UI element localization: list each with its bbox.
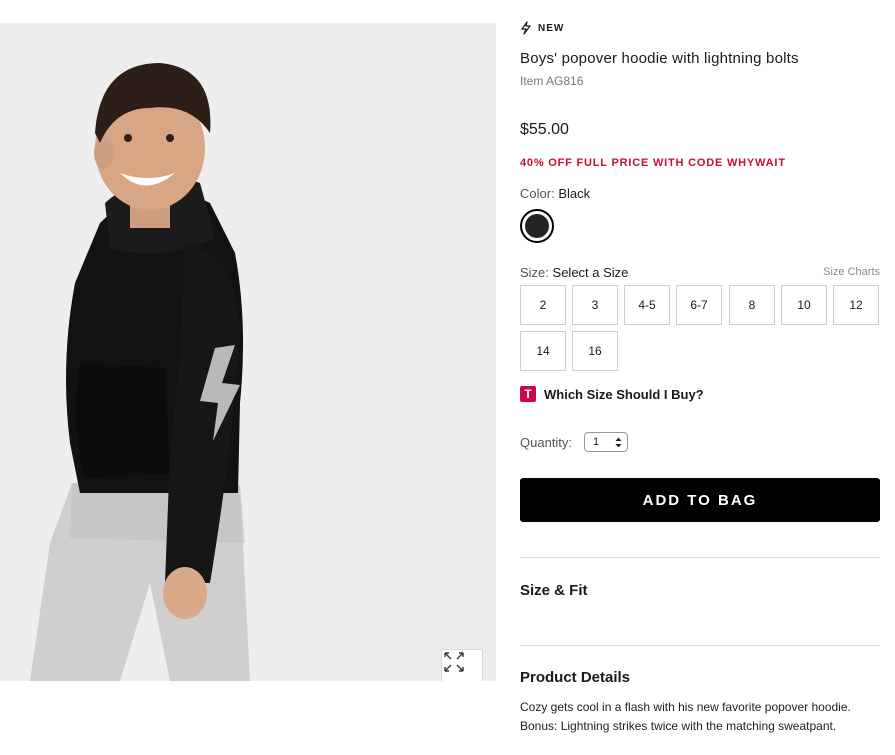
size-option-4-5[interactable]: 4-5 <box>624 285 670 325</box>
product-photo-illustration <box>30 63 250 681</box>
selected-size: Select a Size <box>552 265 629 280</box>
color-selection-label: Color: Black <box>520 186 590 201</box>
selected-color: Black <box>558 186 591 201</box>
quantity-select[interactable]: 1 <box>584 432 629 452</box>
which-size-label: Which Size Should I Buy? <box>544 386 704 402</box>
color-label: Color: <box>520 186 555 201</box>
expand-image-button[interactable] <box>441 649 483 681</box>
product-title: Boys' popover hoodie with lightning bolt… <box>520 50 799 67</box>
item-number: Item AG816 <box>520 74 584 88</box>
badge-label: NEW <box>538 22 565 34</box>
lightning-bolt-icon <box>521 21 531 35</box>
select-arrows-icon <box>615 437 622 447</box>
product-details-section-toggle[interactable]: Product Details <box>520 669 630 686</box>
quantity-label: Quantity: <box>520 434 573 450</box>
product-description: Cozy gets cool in a flash with his new f… <box>520 700 851 733</box>
size-option-10[interactable]: 10 <box>781 285 827 325</box>
new-badge: NEW <box>520 21 564 35</box>
quantity-value: 1 <box>593 436 600 448</box>
promo-message: 40% OFF FULL PRICE WITH CODE WHYWAIT <box>520 157 786 169</box>
swatch-fill <box>525 214 549 238</box>
size-option-14[interactable]: 14 <box>520 331 566 371</box>
color-swatch-black[interactable] <box>520 209 554 243</box>
add-to-bag-button[interactable]: ADD TO BAG <box>520 478 880 522</box>
size-fit-section-toggle[interactable]: Size & Fit <box>520 582 588 599</box>
divider <box>520 557 880 558</box>
size-option-8[interactable]: 8 <box>729 285 775 325</box>
quantity-row: Quantity: 1 <box>520 432 629 452</box>
size-option-3[interactable]: 3 <box>572 285 618 325</box>
expand-icon <box>444 652 464 672</box>
size-label: Size: <box>520 265 549 280</box>
size-selection-label: Size: Select a Size Size Charts <box>520 265 880 280</box>
size-option-6-7[interactable]: 6-7 <box>676 285 722 325</box>
product-price: $55.00 <box>520 121 569 138</box>
true-fit-icon: T <box>520 386 536 402</box>
product-image[interactable] <box>0 23 496 681</box>
size-option-16[interactable]: 16 <box>572 331 618 371</box>
size-option-2[interactable]: 2 <box>520 285 566 325</box>
divider <box>520 645 880 646</box>
which-size-link[interactable]: T Which Size Should I Buy? <box>520 386 704 402</box>
size-option-12[interactable]: 12 <box>833 285 879 325</box>
size-charts-link[interactable]: Size Charts <box>823 266 880 278</box>
